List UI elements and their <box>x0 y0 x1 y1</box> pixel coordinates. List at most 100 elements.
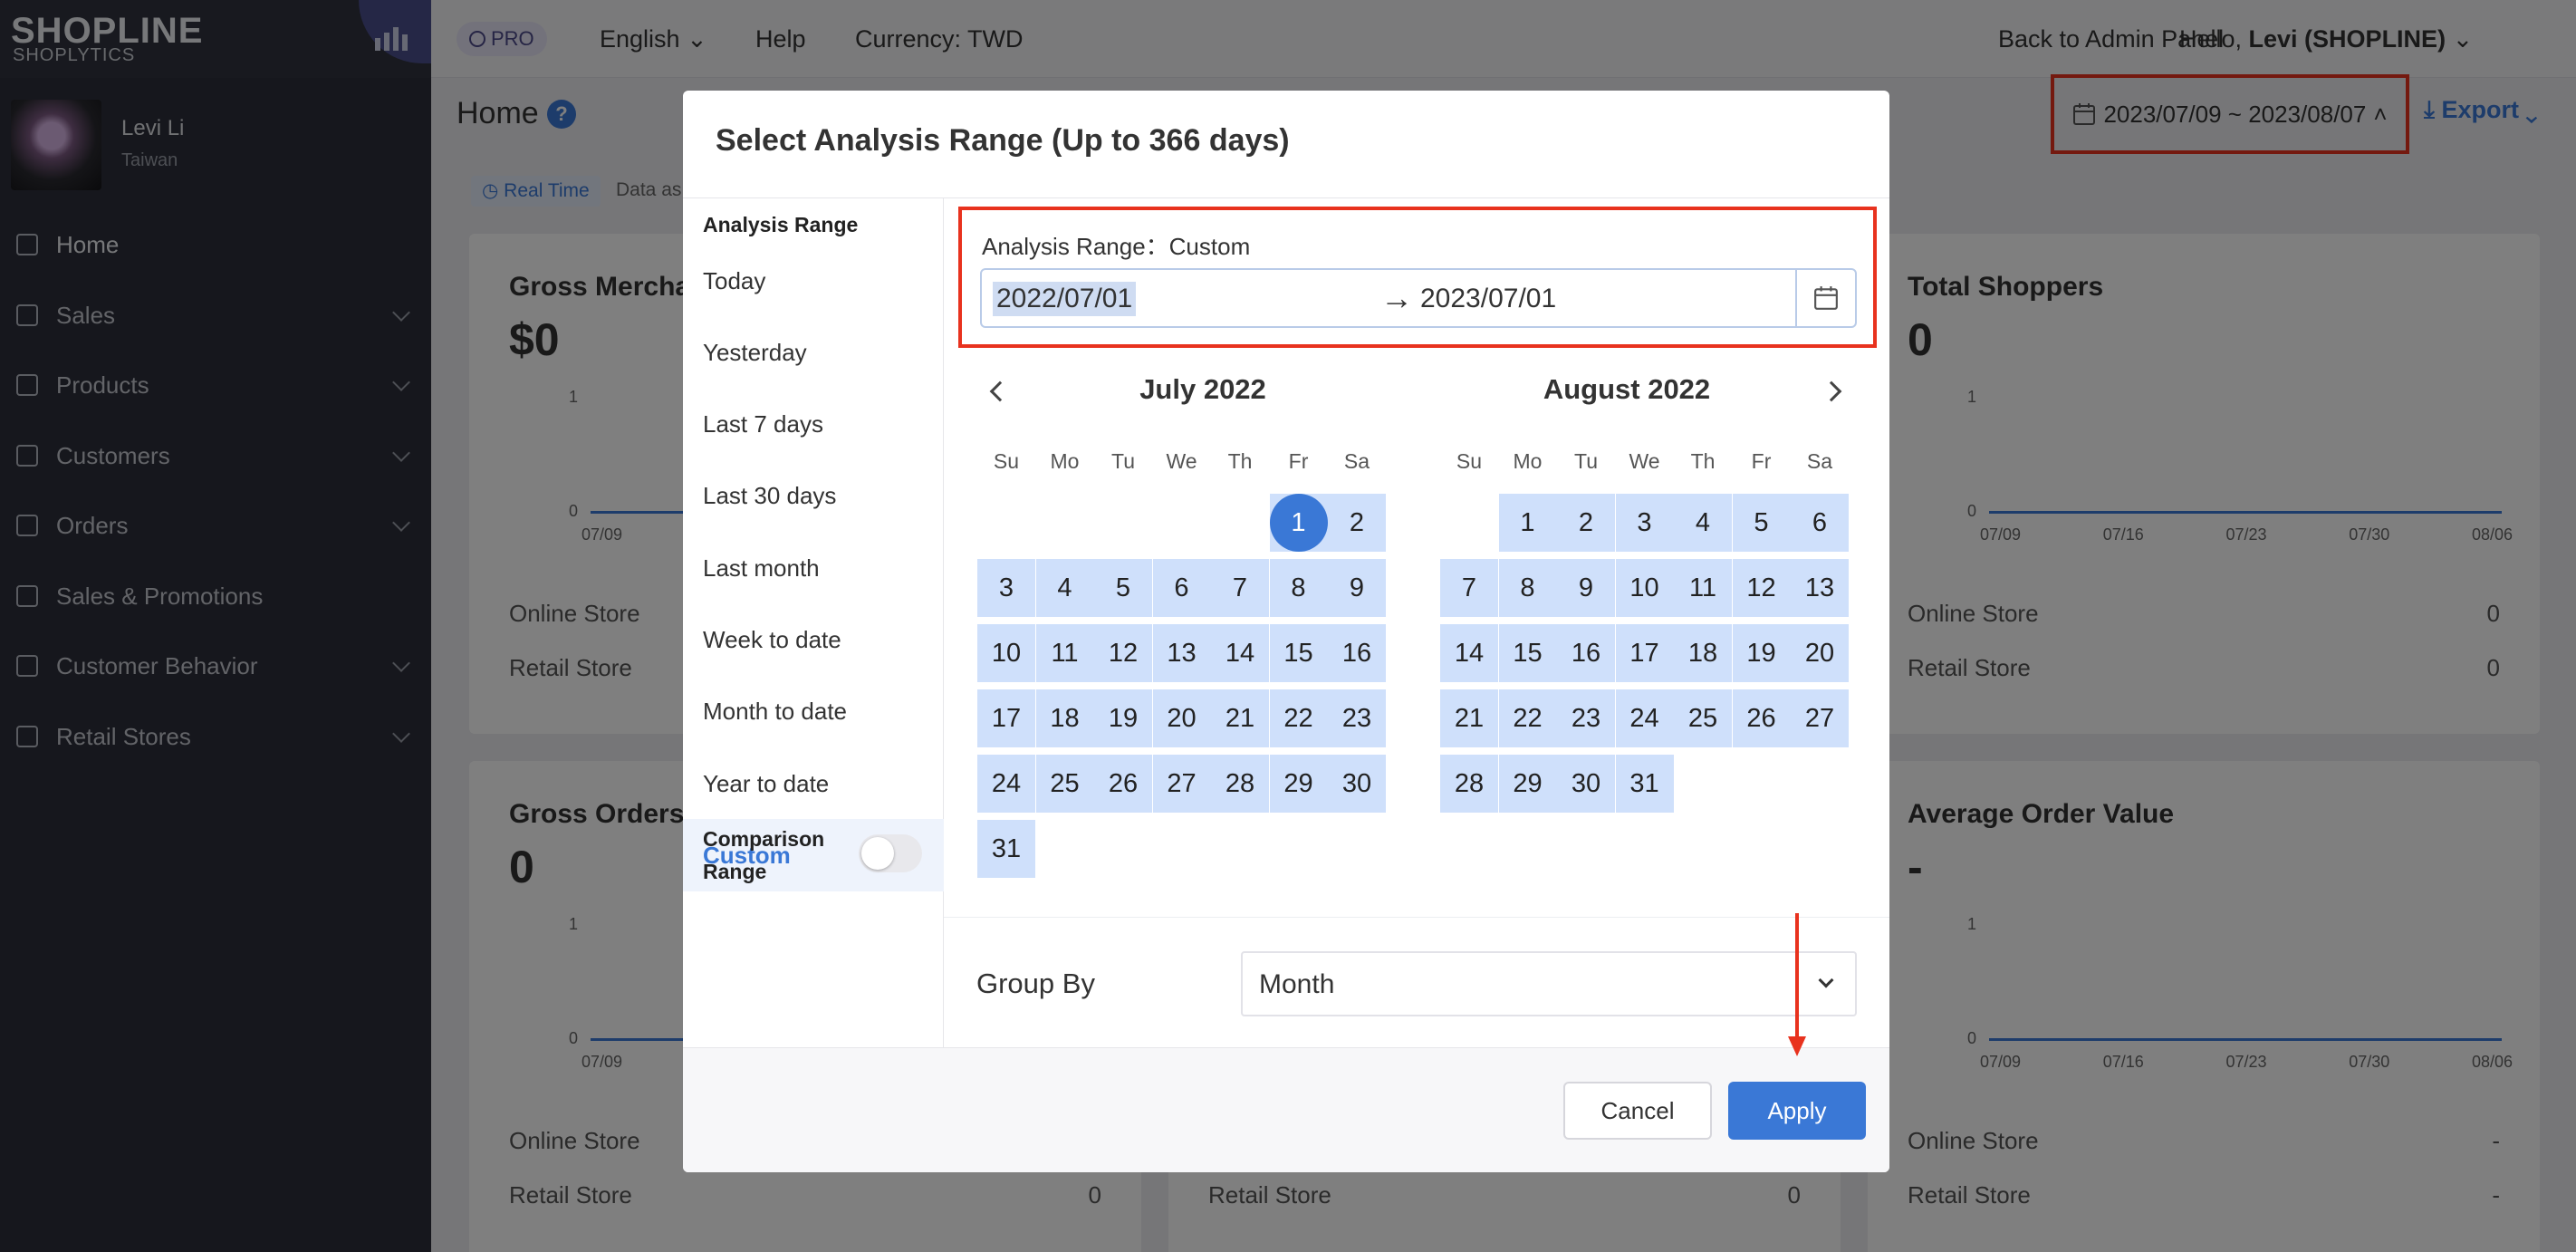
calendar-day[interactable]: 5 <box>1732 494 1791 552</box>
weekday-header: Sa <box>1806 449 1833 473</box>
calendar-day[interactable]: 1 <box>1269 494 1328 552</box>
calendar-day[interactable]: 8 <box>1498 559 1557 617</box>
calendar-day[interactable]: 3 <box>1615 494 1674 552</box>
weekday-header: Mo <box>1513 449 1543 473</box>
calendar-day[interactable]: 31 <box>977 820 1035 878</box>
calendar-button[interactable] <box>1795 270 1855 326</box>
calendar-day[interactable]: 6 <box>1791 494 1849 552</box>
calendar-day[interactable]: 15 <box>1269 624 1328 682</box>
weekday-header: Su <box>993 449 1020 473</box>
calendar-day[interactable]: 31 <box>1615 755 1674 813</box>
calendar-day[interactable]: 16 <box>1328 624 1386 682</box>
calendar-day[interactable]: 13 <box>1152 624 1211 682</box>
prev-month-button[interactable] <box>989 380 1011 402</box>
calendar-day[interactable]: 25 <box>1674 689 1732 747</box>
calendar-day[interactable]: 2 <box>1328 494 1386 552</box>
calendar-day[interactable]: 28 <box>1211 755 1269 813</box>
preset-last-7-days[interactable]: Last 7 days <box>683 388 944 460</box>
calendar-day[interactable]: 6 <box>1152 559 1211 617</box>
weekday-header: Tu <box>1111 449 1135 473</box>
calendar-day[interactable]: 21 <box>1211 689 1269 747</box>
calendar-day[interactable]: 27 <box>1152 755 1211 813</box>
calendar-day[interactable]: 16 <box>1557 624 1615 682</box>
calendar-day[interactable]: 11 <box>1674 559 1732 617</box>
analysis-range-box: Analysis Range：Custom 2022/07/01 → 2023/… <box>958 207 1877 348</box>
modal-title: Select Analysis Range (Up to 366 days) <box>716 123 1290 158</box>
next-month-button[interactable] <box>1821 380 1842 402</box>
analysis-range-modal: Select Analysis Range (Up to 366 days) A… <box>683 91 1889 1172</box>
preset-year-to-date[interactable]: Year to date <box>683 747 944 820</box>
calendar-day[interactable]: 23 <box>1328 689 1386 747</box>
chevron-down-icon <box>1818 972 1834 988</box>
calendar-day[interactable]: 19 <box>1732 624 1791 682</box>
calendar-day[interactable]: 24 <box>977 755 1035 813</box>
preset-week-to-date[interactable]: Week to date <box>683 603 944 676</box>
calendar-day[interactable]: 13 <box>1791 559 1849 617</box>
calendar-day[interactable]: 7 <box>1211 559 1269 617</box>
weekday-header: Fr <box>1751 449 1772 473</box>
calendar-day[interactable]: 15 <box>1498 624 1557 682</box>
preset-today[interactable]: Today <box>683 245 944 317</box>
preset-last-month[interactable]: Last month <box>683 532 944 604</box>
calendar-day[interactable]: 10 <box>977 624 1035 682</box>
weekday-header: Tu <box>1574 449 1598 473</box>
calendar-day[interactable]: 17 <box>1615 624 1674 682</box>
group-by-select[interactable]: Month <box>1241 951 1857 1016</box>
weekday-header: We <box>1629 449 1660 473</box>
calendar-day[interactable]: 8 <box>1269 559 1328 617</box>
calendar-day[interactable]: 18 <box>1674 624 1732 682</box>
calendar-day[interactable]: 20 <box>1152 689 1211 747</box>
calendar-day[interactable]: 17 <box>977 689 1035 747</box>
calendar-day[interactable]: 10 <box>1615 559 1674 617</box>
calendar-day[interactable]: 28 <box>1440 755 1498 813</box>
calendar-day[interactable]: 14 <box>1211 624 1269 682</box>
calendar-day[interactable]: 21 <box>1440 689 1498 747</box>
calendar-day[interactable]: 12 <box>1094 624 1152 682</box>
weekday-header: Su <box>1456 449 1483 473</box>
calendar-day[interactable]: 4 <box>1035 559 1094 617</box>
calendar-day[interactable]: 26 <box>1094 755 1152 813</box>
calendar-day[interactable]: 4 <box>1674 494 1732 552</box>
date-range-input[interactable]: 2022/07/01 → 2023/07/01 <box>980 268 1857 328</box>
preset-last-30-days[interactable]: Last 30 days <box>683 459 944 532</box>
calendar-day[interactable]: 25 <box>1035 755 1094 813</box>
calendar-day[interactable]: 2 <box>1557 494 1615 552</box>
weekday-header: Fr <box>1288 449 1309 473</box>
calendar-day[interactable]: 1 <box>1498 494 1557 552</box>
calendar-day[interactable]: 24 <box>1615 689 1674 747</box>
calendar-day[interactable]: 5 <box>1094 559 1152 617</box>
calendar-day[interactable]: 14 <box>1440 624 1498 682</box>
calendar-day[interactable]: 20 <box>1791 624 1849 682</box>
group-by-label: Group By <box>976 968 1095 999</box>
group-by-value: Month <box>1259 969 1335 999</box>
calendar-day[interactable]: 26 <box>1732 689 1791 747</box>
weekday-header: Sa <box>1343 449 1370 473</box>
comparison-range-toggle[interactable] <box>859 834 922 872</box>
calendar-day[interactable]: 30 <box>1557 755 1615 813</box>
calendar-day[interactable]: 19 <box>1094 689 1152 747</box>
cancel-button[interactable]: Cancel <box>1563 1082 1712 1140</box>
calendar-day[interactable]: 3 <box>977 559 1035 617</box>
calendar-day[interactable]: 30 <box>1328 755 1386 813</box>
comparison-range-label: Comparison Range <box>703 827 825 883</box>
weekday-header: Mo <box>1050 449 1080 473</box>
calendar-day[interactable]: 29 <box>1498 755 1557 813</box>
calendar-day[interactable]: 11 <box>1035 624 1094 682</box>
calendar-day[interactable]: 7 <box>1440 559 1498 617</box>
calendar-day[interactable]: 9 <box>1328 559 1386 617</box>
apply-button[interactable]: Apply <box>1728 1082 1866 1140</box>
calendar-day[interactable]: 22 <box>1498 689 1557 747</box>
calendar-day[interactable]: 9 <box>1557 559 1615 617</box>
calendar-day[interactable]: 12 <box>1732 559 1791 617</box>
calendar-day[interactable]: 22 <box>1269 689 1328 747</box>
start-date-field[interactable]: 2022/07/01 <box>993 282 1137 316</box>
calendar-day[interactable]: 27 <box>1791 689 1849 747</box>
calendar-day[interactable]: 18 <box>1035 689 1094 747</box>
weekday-header: Th <box>1227 449 1253 473</box>
end-date-field[interactable]: 2023/07/01 <box>1420 284 1556 314</box>
calendar-day[interactable]: 29 <box>1269 755 1328 813</box>
preset-yesterday[interactable]: Yesterday <box>683 316 944 389</box>
preset-month-to-date[interactable]: Month to date <box>683 675 944 747</box>
calendar-day[interactable]: 23 <box>1557 689 1615 747</box>
month-title-right: August 2022 <box>1543 373 1711 405</box>
